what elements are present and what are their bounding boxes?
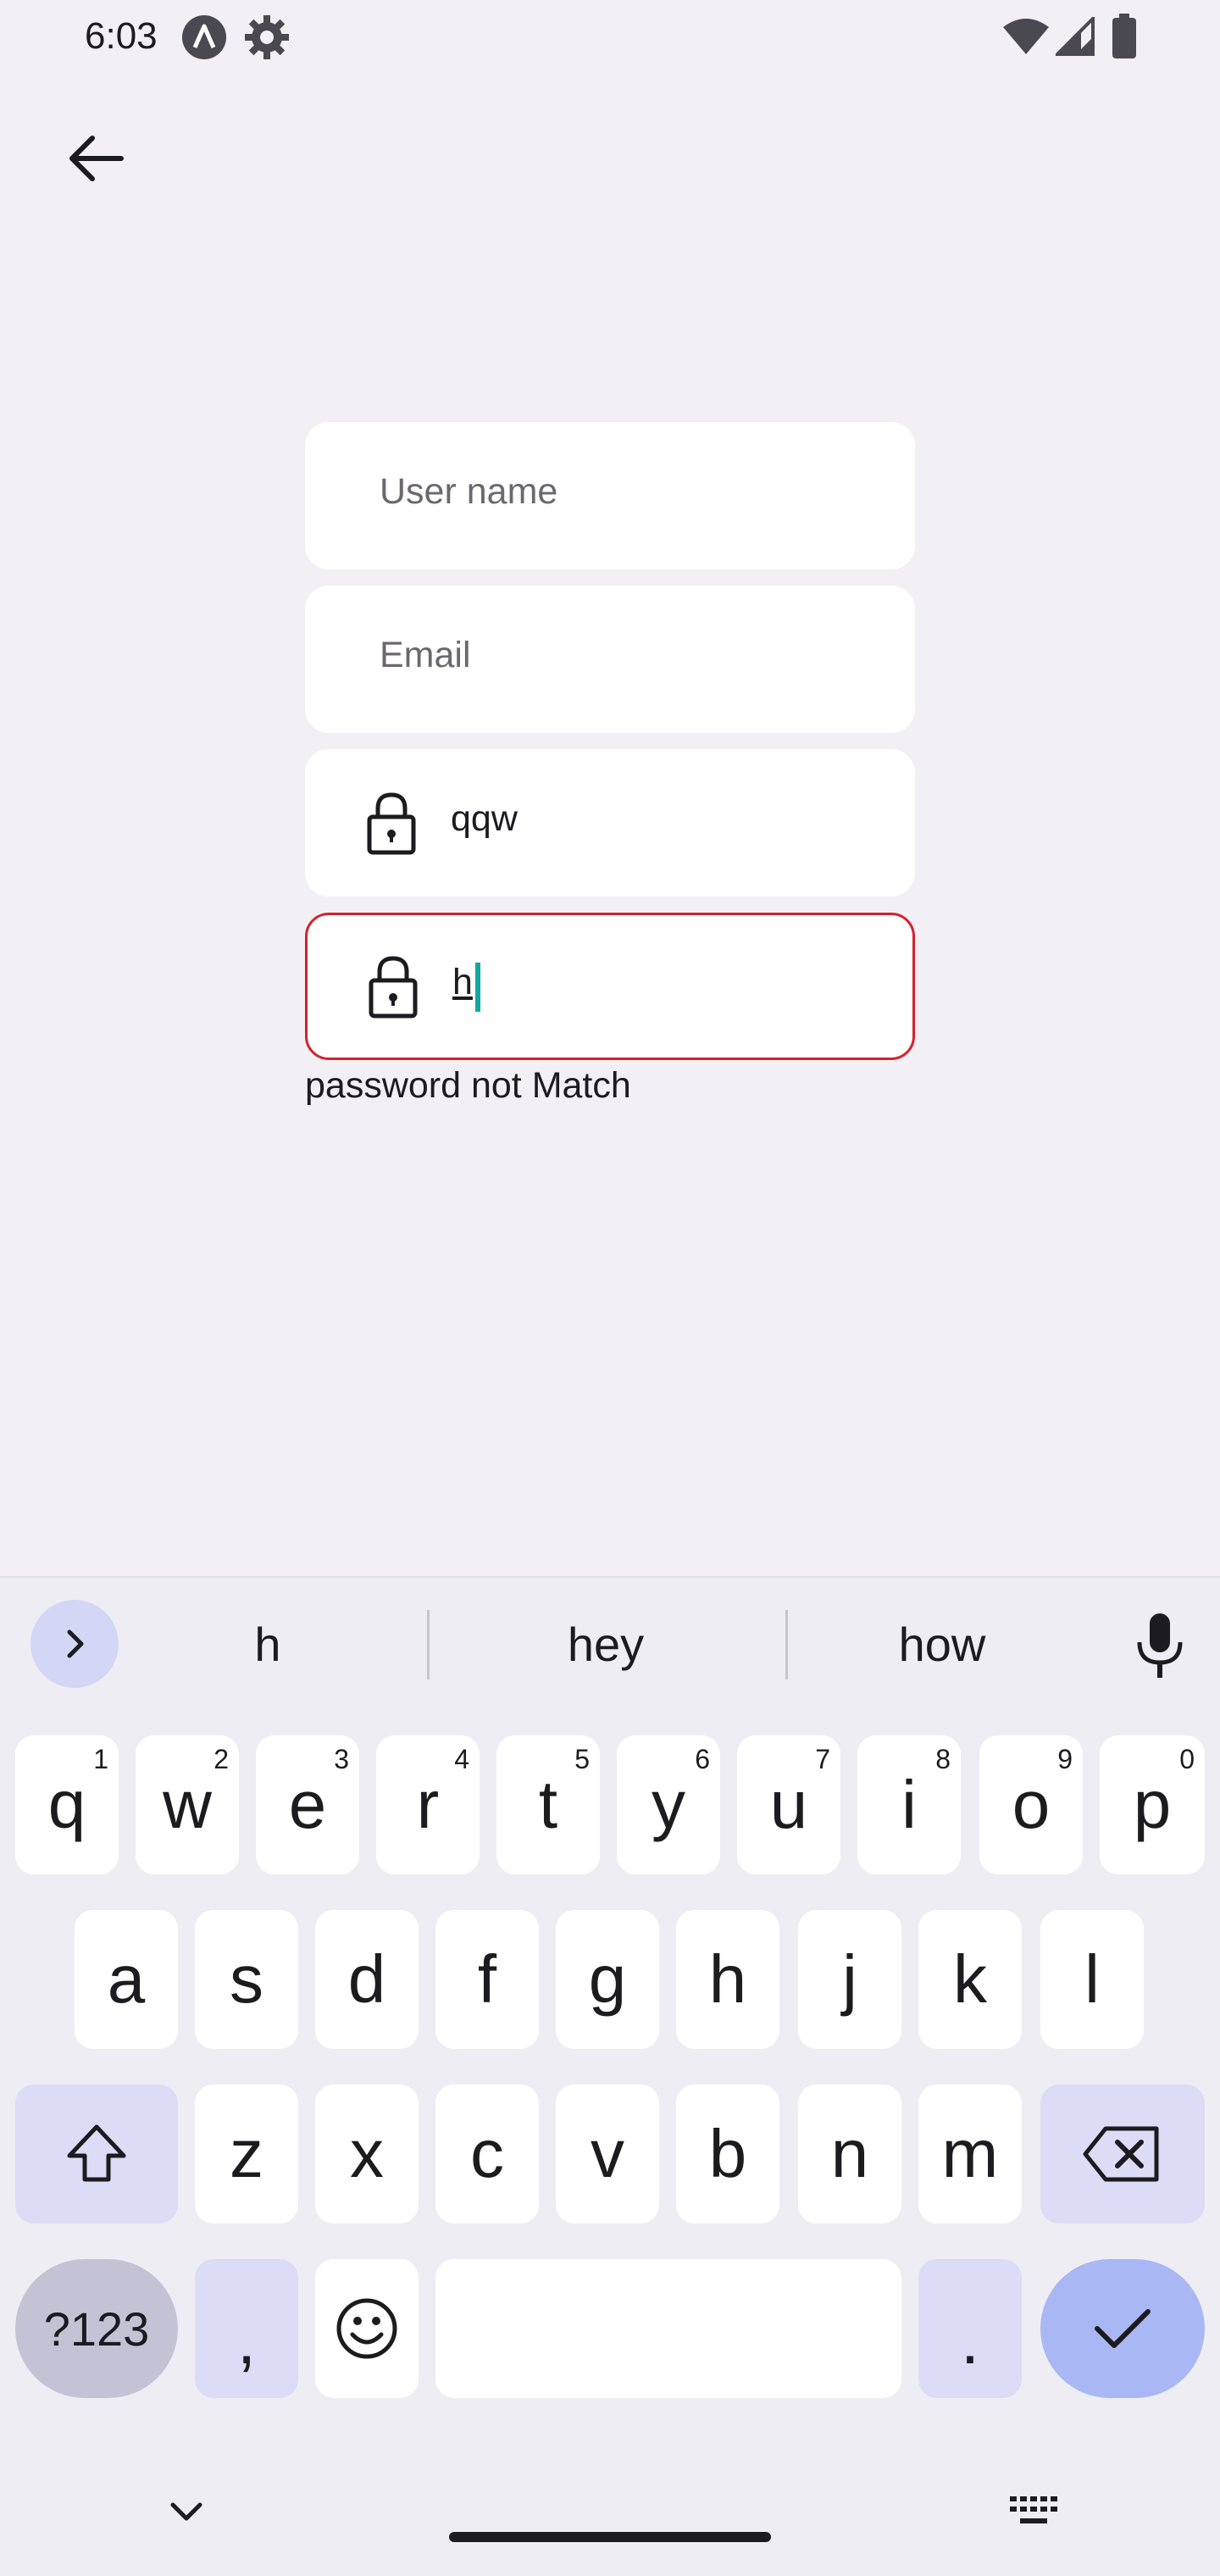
suggestion-divider [427, 1610, 430, 1679]
key-q[interactable]: q1 [15, 1735, 119, 1874]
confirm-password-field[interactable]: h [305, 913, 915, 1060]
password-error-message: password not Match [305, 1065, 631, 1106]
lock-icon [369, 956, 418, 1019]
key-j[interactable]: j [798, 1910, 901, 2049]
key-b[interactable]: b [676, 2085, 779, 2223]
key-w[interactable]: w2 [136, 1735, 239, 1874]
backspace-icon [1083, 2126, 1159, 2182]
status-bar: 6:03 [0, 0, 1220, 76]
username-field[interactable]: User name [305, 422, 915, 569]
suggestion-divider [785, 1610, 788, 1679]
key-o[interactable]: o9 [979, 1735, 1083, 1874]
key-y[interactable]: y6 [617, 1735, 720, 1874]
key-x[interactable]: x [315, 2085, 419, 2223]
key-a[interactable]: a [75, 1910, 178, 2049]
key-u[interactable]: u7 [737, 1735, 840, 1874]
suggestion-3[interactable]: how [815, 1617, 1069, 1672]
key-v[interactable]: v [556, 2085, 659, 2223]
space-key[interactable] [435, 2259, 901, 2398]
shift-key[interactable] [15, 2085, 178, 2223]
key-e[interactable]: e3 [256, 1735, 359, 1874]
status-time: 6:03 [85, 15, 158, 57]
key-m[interactable]: m [918, 2085, 1022, 2223]
comma-key[interactable]: , [195, 2259, 298, 2398]
chevron-right-icon [67, 1629, 84, 1658]
done-key[interactable] [1040, 2259, 1205, 2398]
key-s[interactable]: s [195, 1910, 298, 2049]
email-placeholder: Email [380, 635, 471, 675]
expand-toolbar-button[interactable] [30, 1600, 119, 1688]
email-field[interactable]: Email [305, 586, 915, 733]
key-g[interactable]: g [556, 1910, 659, 2049]
lock-icon [367, 792, 416, 855]
arrow-left-icon [69, 136, 124, 181]
key-p[interactable]: p0 [1100, 1735, 1205, 1874]
key-h[interactable]: h [676, 1910, 779, 2049]
suggestion-2[interactable]: hey [479, 1617, 733, 1672]
key-f[interactable]: f [435, 1910, 539, 2049]
suggestion-1[interactable]: h [141, 1617, 395, 1672]
text-caret [475, 963, 480, 1012]
key-n[interactable]: n [798, 2085, 901, 2223]
key-k[interactable]: k [918, 1910, 1022, 2049]
key-i[interactable]: i8 [857, 1735, 961, 1874]
battery-icon [1112, 14, 1137, 64]
emoji-key[interactable] [315, 2259, 419, 2398]
key-t[interactable]: t5 [496, 1735, 600, 1874]
symbols-key[interactable]: ?123 [15, 2259, 178, 2398]
password-field[interactable]: qqw [305, 749, 915, 897]
soft-keyboard: h hey how q1 w2 e3 r4 t5 y6 u7 i8 o9 p0 … [0, 1576, 1220, 2576]
backspace-key[interactable] [1040, 2085, 1205, 2223]
back-button[interactable] [59, 123, 130, 194]
key-r[interactable]: r4 [376, 1735, 480, 1874]
emoji-icon [336, 2298, 397, 2359]
username-placeholder: User name [380, 471, 558, 512]
home-indicator[interactable] [449, 2532, 771, 2542]
shift-icon [67, 2124, 126, 2182]
key-d[interactable]: d [315, 1910, 419, 2049]
confirm-password-value: h [452, 962, 473, 1002]
key-c[interactable]: c [435, 2085, 539, 2223]
microphone-icon[interactable] [1132, 1612, 1188, 1679]
period-key[interactable]: . [918, 2259, 1022, 2398]
check-icon [1095, 2309, 1151, 2348]
suggestion-strip: h hey how [0, 1578, 1220, 1710]
hide-keyboard-chevron-icon[interactable] [168, 2493, 205, 2530]
cellular-signal-icon [1053, 14, 1095, 60]
app-a-icon [180, 14, 228, 65]
key-l[interactable]: l [1040, 1910, 1144, 2049]
key-z[interactable]: z [195, 2085, 298, 2223]
keyboard-switch-icon[interactable] [1008, 2495, 1059, 2529]
signup-screen: 6:03 User name Email qqw h password not … [0, 0, 1220, 2576]
settings-gear-icon [243, 14, 291, 65]
password-value: qqw [451, 798, 518, 839]
wifi-icon [1001, 17, 1051, 60]
